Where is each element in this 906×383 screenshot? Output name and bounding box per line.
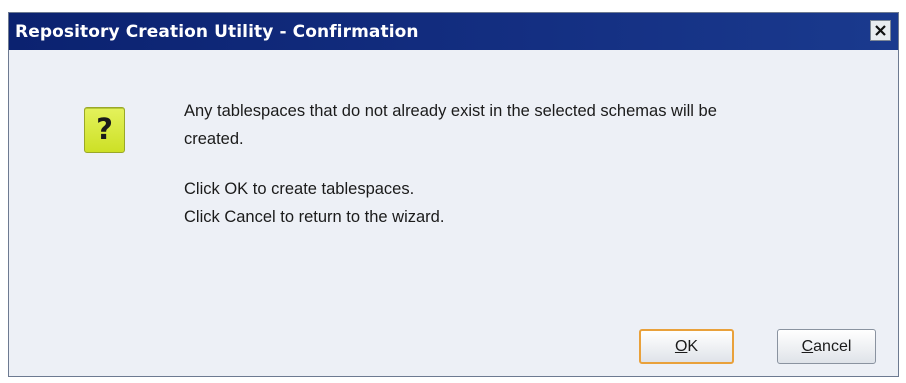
ok-label-rest: K [687, 338, 699, 355]
message-line: Click OK to create tablespaces. [184, 180, 415, 198]
dialog-title: Repository Creation Utility - Confirmati… [15, 22, 419, 42]
question-icon: ? [84, 107, 125, 153]
message-text: Any tablespaces that do not already exis… [184, 97, 874, 231]
message-line: Any tablespaces that do not already exis… [184, 102, 717, 120]
title-bar[interactable]: Repository Creation Utility - Confirmati… [9, 13, 898, 50]
cancel-button[interactable]: Cancel [777, 329, 876, 364]
message-line: created. [184, 130, 244, 148]
message-line: Click Cancel to return to the wizard. [184, 208, 445, 226]
confirmation-dialog: Repository Creation Utility - Confirmati… [8, 12, 899, 377]
close-icon [875, 25, 886, 36]
close-button[interactable] [870, 20, 891, 41]
ok-mnemonic: O [674, 338, 688, 355]
cancel-mnemonic: C [801, 338, 814, 355]
cancel-label-rest: ancel [813, 338, 852, 355]
ok-button[interactable]: OK [639, 329, 734, 364]
question-glyph: ? [96, 112, 113, 146]
